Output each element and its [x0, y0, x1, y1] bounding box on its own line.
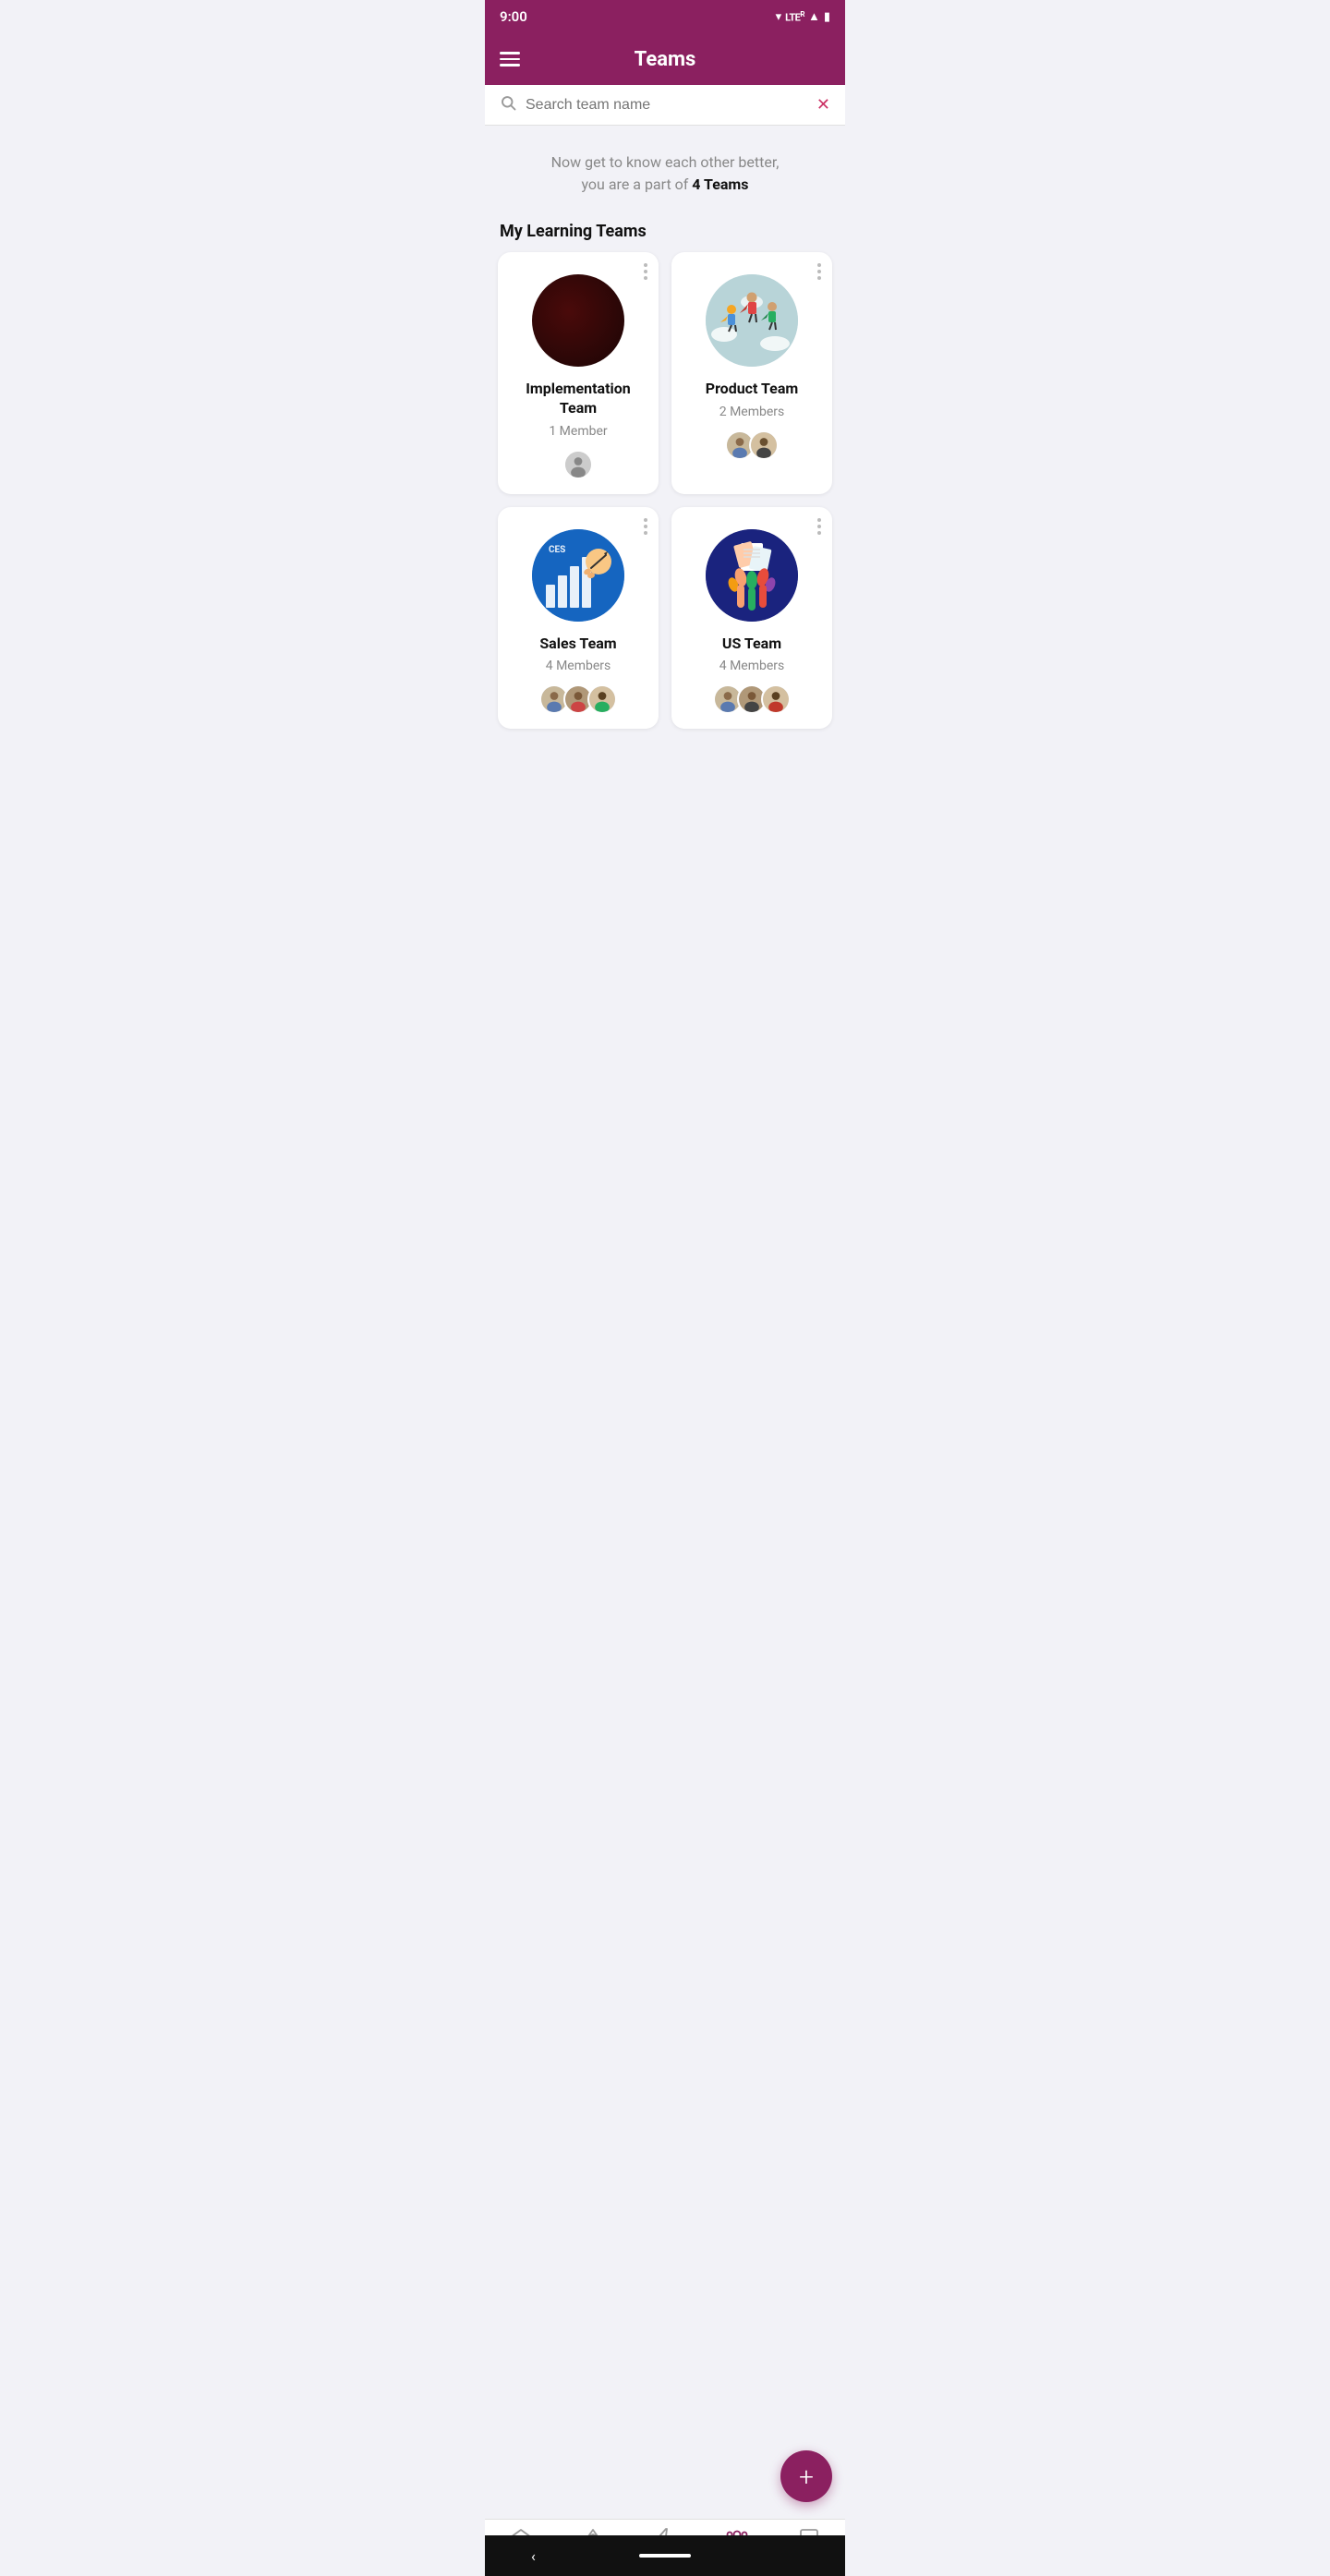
search-bar: ✕	[485, 85, 845, 126]
search-input[interactable]	[526, 97, 807, 114]
team-name-product: Product Team	[706, 380, 799, 399]
sales-team-illustration: CES	[532, 529, 624, 622]
card-menu-button[interactable]	[817, 518, 821, 535]
team-name-implementation: Implementation Team	[509, 380, 647, 418]
team-name-sales: Sales Team	[539, 635, 616, 654]
team-avatar-product	[706, 274, 798, 367]
menu-line-2	[500, 58, 520, 61]
product-team-illustration	[706, 274, 798, 367]
card-menu-button[interactable]	[644, 518, 647, 535]
team-avatar-us	[706, 529, 798, 622]
section-title: My Learning Teams	[485, 205, 845, 252]
member-avatars-us	[713, 684, 791, 714]
us-team-illustration	[706, 529, 798, 622]
member-avatar	[563, 450, 593, 479]
battery-icon: ▮	[824, 10, 830, 24]
system-nav-bar: ‹ ‹	[485, 2535, 845, 2576]
team-members-product: 2 Members	[719, 405, 785, 419]
team-card-product[interactable]: Product Team 2 Members	[671, 252, 832, 494]
info-text: Now get to know each other better, you a…	[503, 151, 827, 196]
info-section: Now get to know each other better, you a…	[485, 126, 845, 205]
svg-text:CES: CES	[549, 545, 565, 555]
person-icon	[589, 686, 615, 712]
teams-count: 4 Teams	[692, 175, 748, 193]
main-content: ✕ Now get to know each other better, you…	[485, 85, 845, 853]
status-bar: 9:00 ▾ LTER ▲ ▮	[485, 0, 845, 33]
team-card-sales[interactable]: CES Sales Team 4 Members	[498, 507, 659, 730]
member-avatar	[587, 684, 617, 714]
home-indicator	[639, 2554, 691, 2558]
team-members-implementation: 1 Member	[549, 424, 607, 439]
team-card-implementation[interactable]: Implementation Team 1 Member	[498, 252, 659, 494]
status-time: 9:00	[500, 8, 527, 25]
team-members-us: 4 Members	[719, 659, 785, 673]
team-avatar-implementation	[532, 274, 624, 367]
lte-indicator: LTER	[785, 10, 804, 24]
back-button[interactable]: ‹	[531, 2547, 536, 2565]
team-avatar-sales: CES	[532, 529, 624, 622]
search-clear-button[interactable]: ✕	[816, 95, 830, 115]
member-avatar	[761, 684, 791, 714]
person-icon	[565, 452, 591, 478]
team-card-us[interactable]: US Team 4 Members	[671, 507, 832, 730]
person-icon	[751, 432, 777, 458]
member-avatars-implementation	[563, 450, 593, 479]
menu-line-1	[500, 52, 520, 54]
page-title: Teams	[635, 48, 696, 71]
header: Teams	[485, 33, 845, 85]
card-menu-button[interactable]	[817, 263, 821, 280]
member-avatars-product	[725, 430, 779, 460]
person-icon	[763, 686, 789, 712]
teams-grid: Implementation Team 1 Member	[485, 252, 845, 742]
team-name-us: US Team	[722, 635, 781, 654]
menu-button[interactable]	[500, 52, 520, 67]
status-icons: ▾ LTER ▲ ▮	[776, 9, 830, 24]
spacer: ‹	[794, 2547, 799, 2565]
wifi-icon: ▾	[776, 10, 782, 24]
member-avatar	[749, 430, 779, 460]
add-team-fab[interactable]: +	[780, 2450, 832, 2502]
menu-line-3	[500, 64, 520, 67]
member-avatars-sales	[539, 684, 617, 714]
plus-icon: +	[799, 2461, 814, 2492]
team-members-sales: 4 Members	[546, 659, 611, 673]
card-menu-button[interactable]	[644, 263, 647, 280]
signal-icon: ▲	[808, 9, 820, 24]
search-icon	[500, 94, 516, 115]
